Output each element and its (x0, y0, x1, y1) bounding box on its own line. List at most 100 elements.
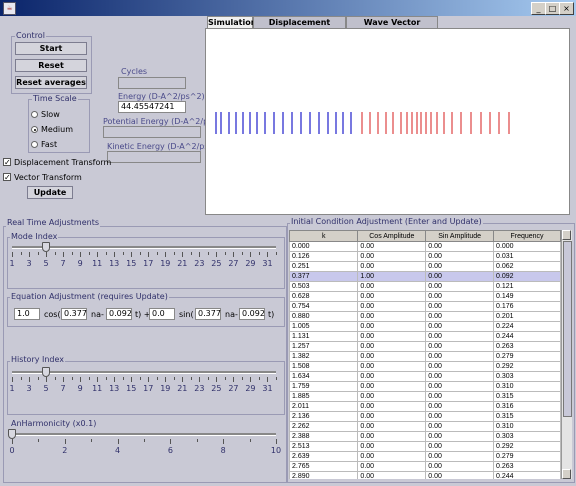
table-cell[interactable]: 0.031 (493, 251, 561, 262)
table-cell[interactable]: 0.310 (493, 381, 561, 392)
close-icon[interactable]: × (559, 2, 574, 15)
table-row[interactable]: 0.503 0.00 0.00 0.121 (289, 281, 561, 292)
table-cell[interactable]: 0.279 (493, 451, 561, 462)
table-cell[interactable]: 0.377 (289, 271, 359, 282)
table-cell[interactable]: 2.136 (289, 411, 359, 422)
table-cell[interactable]: 0.00 (357, 291, 427, 302)
table-cell[interactable]: 0.00 (357, 301, 427, 312)
sin-amplitude-input[interactable]: 0.0 (149, 308, 175, 320)
table-row[interactable]: 1.508 0.00 0.00 0.292 (289, 361, 561, 372)
table-cell[interactable]: 0.315 (493, 391, 561, 402)
table-scrollbar[interactable] (561, 230, 572, 479)
column-header[interactable]: k (289, 230, 359, 242)
table-row[interactable]: 2.136 0.00 0.00 0.315 (289, 411, 561, 422)
table-cell[interactable]: 0.00 (425, 361, 495, 372)
table-row[interactable]: 1.634 0.00 0.00 0.303 (289, 371, 561, 382)
table-cell[interactable]: 1.382 (289, 351, 359, 362)
slow-radio[interactable] (31, 111, 38, 118)
table-cell[interactable]: 1.508 (289, 361, 359, 372)
column-header[interactable]: Sin Amplitude (425, 230, 495, 242)
displacement-transform-checkbox[interactable]: ✓ (3, 158, 11, 167)
tab-wave-vector-transform[interactable]: Wave Vector Transform (346, 16, 438, 39)
tab-displacement-transform[interactable]: Displacement Transform (253, 16, 346, 39)
table-cell[interactable]: 0.224 (493, 321, 561, 332)
table-cell[interactable]: 0.00 (425, 331, 495, 342)
table-cell[interactable]: 1.131 (289, 331, 359, 342)
scroll-down-button[interactable] (562, 469, 571, 479)
table-cell[interactable]: 0.00 (425, 311, 495, 322)
table-row[interactable]: 1.131 0.00 0.00 0.244 (289, 331, 561, 342)
table-row[interactable]: 0.880 0.00 0.00 0.201 (289, 311, 561, 322)
table-cell[interactable]: 0.244 (493, 331, 561, 342)
table-cell[interactable]: 0.292 (493, 441, 561, 452)
table-cell[interactable]: 0.00 (425, 421, 495, 432)
table-cell[interactable]: 0.00 (425, 431, 495, 442)
table-cell[interactable]: 0.126 (289, 251, 359, 262)
table-cell[interactable]: 0.00 (357, 381, 427, 392)
cos-amplitude-input[interactable]: 1.0 (14, 308, 40, 320)
column-header[interactable]: Cos Amplitude (357, 230, 427, 242)
table-cell[interactable]: 0.00 (357, 331, 427, 342)
medium-radio[interactable] (31, 126, 38, 133)
table-row[interactable]: 2.765 0.00 0.00 0.263 (289, 461, 561, 472)
table-cell[interactable]: 0.00 (357, 431, 427, 442)
table-cell[interactable]: 0.279 (493, 351, 561, 362)
table-row[interactable]: 2.011 0.00 0.00 0.316 (289, 401, 561, 412)
reset-averages-button[interactable]: Reset averages (15, 76, 87, 89)
table-cell[interactable]: 2.262 (289, 421, 359, 432)
table-cell[interactable]: 0.00 (425, 291, 495, 302)
table-cell[interactable]: 0.00 (357, 421, 427, 432)
table-cell[interactable]: 0.00 (425, 381, 495, 392)
table-cell[interactable]: 0.00 (425, 371, 495, 382)
table-row[interactable]: 1.759 0.00 0.00 0.310 (289, 381, 561, 392)
table-cell[interactable]: 0.00 (357, 311, 427, 322)
table-cell[interactable]: 0.00 (425, 441, 495, 452)
table-cell[interactable]: 0.251 (289, 261, 359, 272)
scroll-up-button[interactable] (562, 230, 571, 240)
mode-index-slider-thumb[interactable] (42, 242, 51, 252)
scrollbar-thumb[interactable] (563, 241, 572, 417)
table-cell[interactable]: 2.890 (289, 471, 359, 479)
table-cell[interactable]: 0.149 (493, 291, 561, 302)
table-cell[interactable]: 0.00 (357, 361, 427, 372)
table-cell[interactable]: 0.00 (357, 471, 427, 479)
table-cell[interactable]: 0.303 (493, 431, 561, 442)
table-cell[interactable]: 1.634 (289, 371, 359, 382)
table-row[interactable]: 2.890 0.00 0.00 0.244 (289, 471, 561, 479)
table-cell[interactable]: 0.00 (425, 251, 495, 262)
cos-k-input[interactable]: 0.377 (61, 308, 87, 320)
table-row[interactable]: 1.257 0.00 0.00 0.263 (289, 341, 561, 352)
table-cell[interactable]: 2.513 (289, 441, 359, 452)
table-cell[interactable]: 0.00 (357, 351, 427, 362)
table-cell[interactable]: 0.292 (493, 361, 561, 372)
table-cell[interactable]: 0.00 (425, 471, 495, 479)
table-cell[interactable]: 0.000 (289, 241, 359, 252)
table-cell[interactable]: 0.00 (357, 281, 427, 292)
table-row[interactable]: 2.388 0.00 0.00 0.303 (289, 431, 561, 442)
table-row[interactable]: 0.754 0.00 0.00 0.176 (289, 301, 561, 312)
table-cell[interactable]: 0.754 (289, 301, 359, 312)
reset-button[interactable]: Reset (15, 59, 87, 72)
table-cell[interactable]: 0.00 (425, 301, 495, 312)
table-cell[interactable]: 0.315 (493, 411, 561, 422)
table-cell[interactable]: 0.00 (357, 371, 427, 382)
table-cell[interactable]: 0.00 (425, 401, 495, 412)
start-button[interactable]: Start (15, 42, 87, 55)
table-cell[interactable]: 0.201 (493, 311, 561, 322)
table-row[interactable]: 0.251 0.00 0.00 0.062 (289, 261, 561, 272)
table-cell[interactable]: 0.176 (493, 301, 561, 312)
table-row[interactable]: 1.885 0.00 0.00 0.315 (289, 391, 561, 402)
table-cell[interactable]: 0.00 (357, 441, 427, 452)
column-header[interactable]: Frequency (493, 230, 561, 242)
table-cell[interactable]: 0.00 (425, 351, 495, 362)
table-row[interactable]: 0.000 0.00 0.00 0.000 (289, 241, 561, 252)
history-index-slider-thumb[interactable] (42, 367, 51, 377)
cos-omega-input[interactable]: 0.092 (106, 308, 132, 320)
update-button[interactable]: Update (27, 186, 73, 199)
table-cell[interactable]: 0.00 (425, 451, 495, 462)
table-cell[interactable]: 0.00 (357, 321, 427, 332)
maximize-icon[interactable]: □ (545, 2, 560, 15)
table-cell[interactable]: 0.303 (493, 371, 561, 382)
table-cell[interactable]: 2.011 (289, 401, 359, 412)
table-cell[interactable]: 0.00 (357, 261, 427, 272)
